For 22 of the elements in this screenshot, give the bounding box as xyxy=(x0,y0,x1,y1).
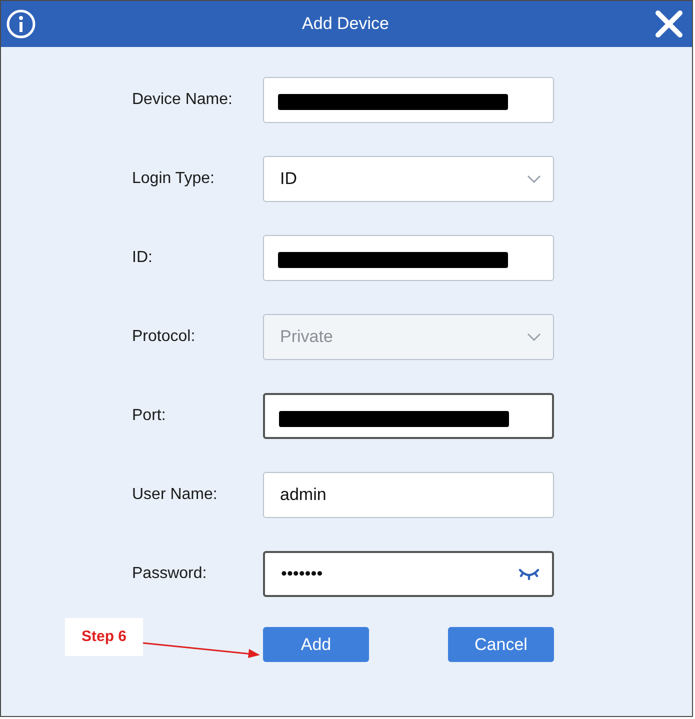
field-label: User Name: xyxy=(131,485,218,505)
step-callout: Step 6 xyxy=(65,618,143,656)
field-label: Port: xyxy=(131,406,167,426)
chevron-down-icon xyxy=(527,333,541,341)
field-label: Device Name: xyxy=(131,90,234,110)
input-field[interactable] xyxy=(263,77,554,123)
info-icon[interactable] xyxy=(5,8,37,40)
add-button[interactable]: Add xyxy=(263,627,369,662)
field-label: ID: xyxy=(131,248,154,268)
input-field[interactable] xyxy=(263,235,554,281)
input-field[interactable]: admin xyxy=(263,472,554,518)
chevron-down-icon xyxy=(527,175,541,183)
input-field[interactable] xyxy=(263,393,554,439)
field-label: Protocol: xyxy=(131,327,196,347)
cancel-button[interactable]: Cancel xyxy=(448,627,554,662)
closed-eye-icon[interactable] xyxy=(518,568,540,580)
window-title: Add Device xyxy=(302,13,389,36)
password-field[interactable]: ••••••• xyxy=(263,551,554,597)
close-icon[interactable] xyxy=(654,9,684,39)
field-label: Password: xyxy=(131,564,208,584)
field-label: Login Type: xyxy=(131,169,216,189)
dropdown-field[interactable]: ID xyxy=(263,156,554,202)
